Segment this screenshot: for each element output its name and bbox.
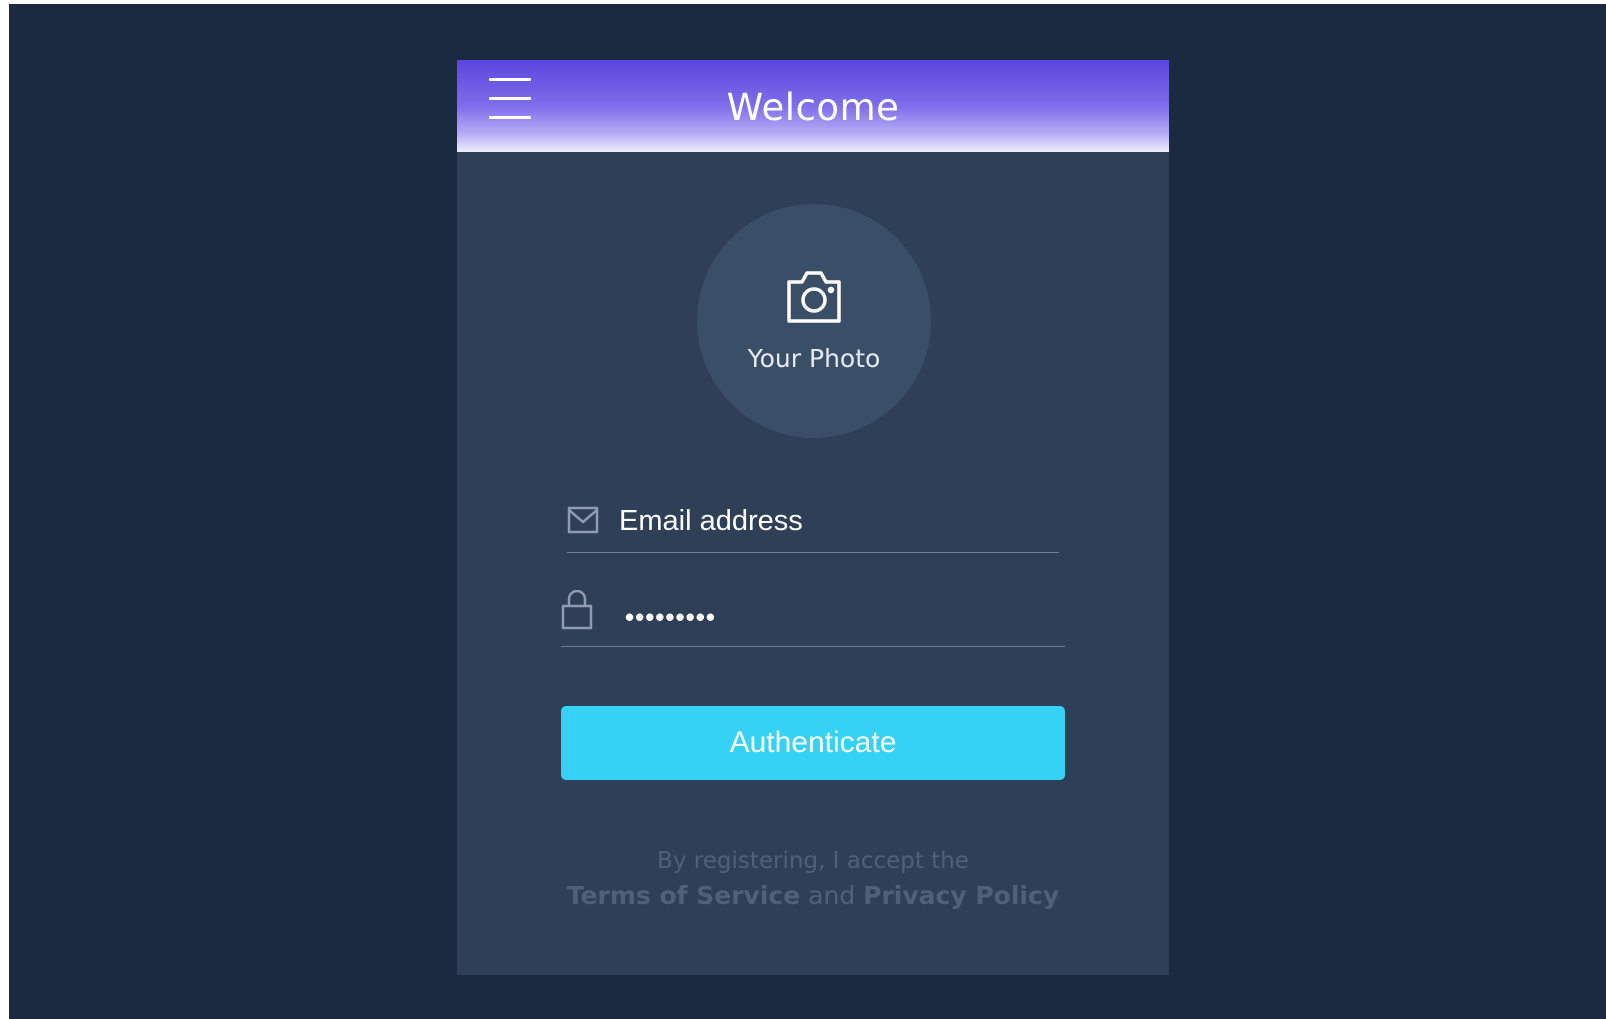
legal-notice: By registering, I accept the Terms of Se… [457,844,1169,914]
legal-links-line: Terms of Service and Privacy Policy [457,878,1169,914]
login-card: Welcome Your Photo Authenticate [457,60,1169,975]
authenticate-button[interactable]: Authenticate [561,706,1065,780]
header-bar: Welcome [457,60,1169,152]
email-input[interactable] [617,502,1041,540]
password-field-wrapper [561,578,1065,647]
page-title: Welcome [726,86,900,129]
page-background: Welcome Your Photo Authenticate [9,4,1606,1019]
legal-text: By registering, I accept the [657,848,969,874]
photo-label: Your Photo [747,344,881,373]
privacy-policy-link[interactable]: Privacy Policy [863,881,1059,910]
terms-of-service-link[interactable]: Terms of Service [567,881,800,910]
envelope-icon [567,506,599,534]
password-input[interactable] [623,598,1047,636]
legal-and-text: and [808,881,856,910]
lock-icon [561,590,593,630]
photo-upload[interactable]: Your Photo [697,204,931,438]
camera-icon [787,271,841,323]
email-field-wrapper [567,484,1059,553]
